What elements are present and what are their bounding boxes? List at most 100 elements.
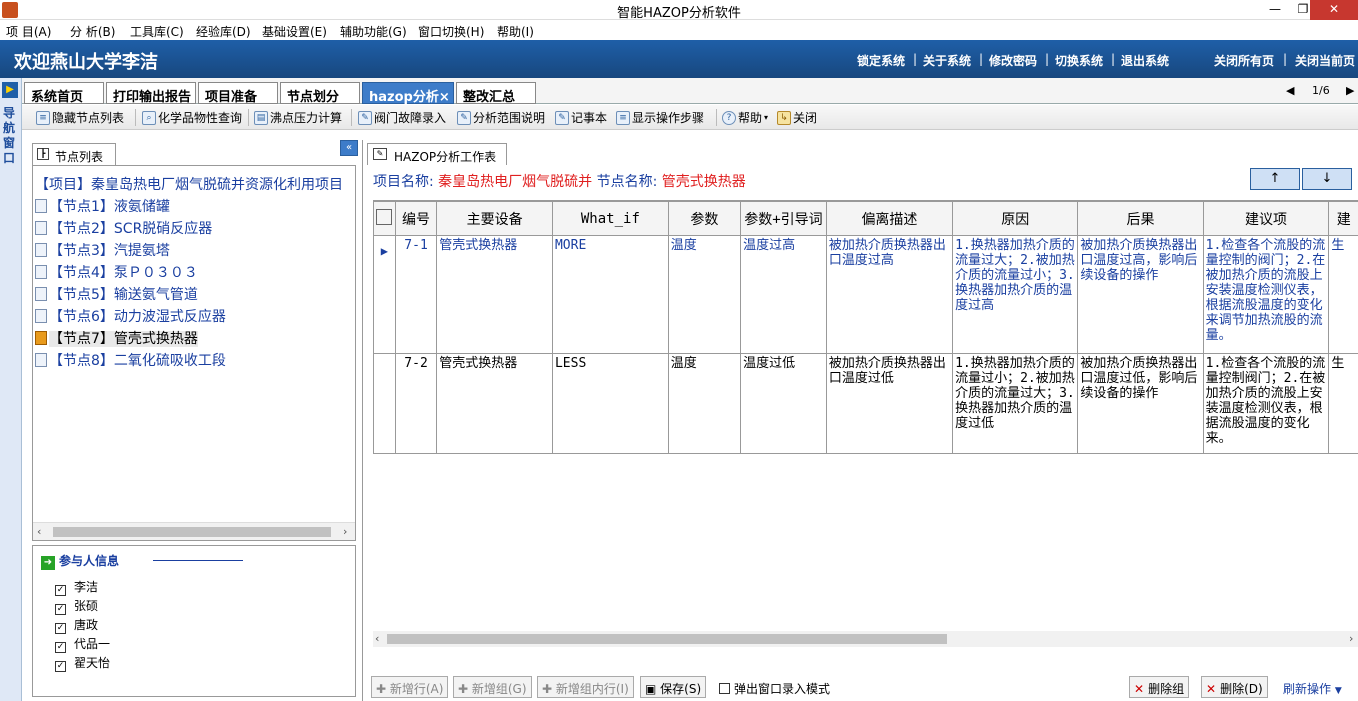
add-group-row-button[interactable]: ✚ 新增组内行(I) [537,676,634,698]
checkbox-checked-icon[interactable]: ✓ [55,623,66,634]
table-cell[interactable]: 温度 [667,353,742,454]
column-header[interactable]: 建议项 [1202,201,1330,236]
checkbox-checked-icon[interactable]: ✓ [55,585,66,596]
column-header[interactable]: 建 [1328,201,1358,236]
table-cell[interactable]: 7-2 [394,353,438,454]
menu-aux[interactable]: 辅助功能(G) [340,23,407,40]
table-cell[interactable]: 生 [1328,235,1358,354]
tab-prev-icon[interactable]: ◀ [1286,84,1294,97]
tree-node-item[interactable]: 【节点6】动力波湿式反应器 [35,306,226,326]
table-cell[interactable]: MORE [551,235,669,354]
scroll-right-icon[interactable]: › [343,525,347,538]
scroll-left-icon[interactable]: ‹ [37,525,41,538]
table-cell[interactable]: 被加热介质换热器出口温度过低 [825,353,954,454]
tab-home[interactable]: 系统首页 [24,82,104,105]
tab-project-prep[interactable]: 项目准备 [198,82,278,105]
tree-node-item[interactable]: 【节点8】二氧化硫吸收工段 [35,350,226,370]
table-cell[interactable]: 管壳式换热器 [436,235,553,354]
table-cell[interactable]: 1.检查各个流股的流量控制阀门；2.在被加热介质的流股上安装温度检测仪表，根据流… [1202,353,1330,454]
checkbox-icon[interactable] [719,683,730,694]
save-button[interactable]: ▣ 保存(S) [640,676,707,698]
exit-system-link[interactable]: 退出系统 [1121,52,1169,69]
participant-item[interactable]: ✓ 代品一 [55,635,110,653]
column-header[interactable]: 后果 [1077,201,1204,236]
change-password-link[interactable]: 修改密码 [989,52,1037,69]
analysis-scope-button[interactable]: ✎ 分析范围说明 [457,109,545,126]
scroll-thumb[interactable] [53,527,331,537]
row-indicator-header[interactable] [373,201,396,236]
nav-strip[interactable]: ▶ 导航窗口 [0,78,22,701]
column-header[interactable]: 偏离描述 [825,201,954,236]
table-horizontal-scrollbar[interactable]: ‹ › [373,631,1358,647]
menu-tools[interactable]: 工具库(C) [130,23,184,40]
scroll-left-icon[interactable]: ‹ [375,632,379,645]
tab-next-icon[interactable]: ▶ [1346,84,1354,97]
move-down-button[interactable]: ↓ [1302,168,1352,190]
tab-node-division[interactable]: 节点划分 [280,82,360,105]
participant-item[interactable]: ✓ 李洁 [55,578,98,596]
delete-button[interactable]: ✕ 删除(D) [1201,676,1268,698]
menu-project[interactable]: 项 目(A) [6,23,51,40]
node-list-tab[interactable]: ┣ 节点列表 [32,143,116,165]
checkbox-checked-icon[interactable]: ✓ [55,604,66,615]
table-cell[interactable]: 1.换热器加热介质的流量过小；2.被加热介质的流量过大；3.换热器加热介质的温度… [952,353,1079,454]
table-cell[interactable]: 温度 [667,235,742,354]
collapse-panel-icon[interactable]: « [340,140,358,156]
move-up-button[interactable]: ↑ [1250,168,1300,190]
show-steps-button[interactable]: ≡ 显示操作步骤 [616,109,704,126]
switch-system-link[interactable]: 切换系统 [1055,52,1103,69]
table-cell[interactable]: 7-1 [394,235,438,354]
chemical-lookup-button[interactable]: ⌕ 化学品物性查询 [142,109,242,126]
menu-window[interactable]: 窗口切换(H) [418,23,484,40]
play-icon[interactable]: ▶ [2,82,18,98]
checkbox-checked-icon[interactable]: ✓ [55,642,66,653]
table-cell[interactable]: 被加热介质换热器出口温度过高 [825,235,954,354]
column-header[interactable]: What_if [551,201,669,236]
lock-system-link[interactable]: 锁定系统 [857,52,905,69]
tree-node-item[interactable]: 【节点4】泵Ｐ０３０３ [35,262,198,282]
table-cell[interactable]: 被加热介质换热器出口温度过低，影响后续设备的操作 [1077,353,1204,454]
close-all-pages-link[interactable]: 关闭所有页 [1214,52,1274,69]
notepad-button[interactable]: ✎ 记事本 [555,109,607,126]
table-cell[interactable]: LESS [551,353,669,454]
scroll-thumb[interactable] [387,634,947,644]
table-cell[interactable]: 1.换热器加热介质的流量过大；2.被加热介质的流量过小；3.换热器加热介质的温度… [952,235,1079,354]
table-cell[interactable]: 被加热介质换热器出口温度过高，影响后续设备的操作 [1077,235,1204,354]
tree-node-item[interactable]: 【节点3】汽提氨塔 [35,240,170,260]
participant-item[interactable]: ✓ 翟天怡 [55,654,110,672]
table-cell[interactable]: 温度过高 [740,235,827,354]
menu-experience[interactable]: 经验库(D) [196,23,251,40]
menu-help[interactable]: 帮助(I) [497,23,534,40]
checkbox-checked-icon[interactable]: ✓ [55,661,66,672]
close-window-button[interactable]: ✕ [1310,0,1358,20]
tree-horizontal-scrollbar[interactable]: ‹ › [33,522,355,540]
tree-node-item-selected[interactable]: 【节点7】管壳式换热器 [35,328,198,348]
hide-node-list-button[interactable]: ≡ 隐藏节点列表 [36,109,124,126]
worksheet-tab[interactable]: ✎ HAZOP分析工作表 [367,143,507,165]
table-cell[interactable]: 温度过低 [740,353,827,454]
delete-group-button[interactable]: ✕ 删除组 [1129,676,1190,698]
close-current-page-link[interactable]: 关闭当前页 [1295,52,1355,69]
participant-item[interactable]: ✓ 张硕 [55,597,98,615]
close-button[interactable]: ↳ 关闭 [777,109,817,126]
tree-node-item[interactable]: 【节点1】液氨储罐 [35,196,170,216]
column-header[interactable]: 参数+引导词 [740,201,827,236]
participant-item[interactable]: ✓ 唐政 [55,616,98,634]
table-cell[interactable]: 1.检查各个流股的流量控制的阀门；2.在被加热介质的流股上安装温度检测仪表，根据… [1202,235,1330,354]
tree-project-item[interactable]: 【项目】秦皇岛热电厂烟气脱硫并资源化利用项目 [35,174,343,194]
menu-settings[interactable]: 基础设置(E) [262,23,327,40]
table-row[interactable]: ▶ 7-1 管壳式换热器 MORE 温度 温度过高 被加热介质换热器出口温度过高… [373,235,1358,354]
help-button[interactable]: ? 帮助 ▾ [722,109,768,126]
column-header[interactable]: 编号 [394,201,438,236]
tab-print-report[interactable]: 打印输出报告 [106,82,196,105]
popup-mode-toggle[interactable]: 弹出窗口录入模式 [719,680,830,697]
add-group-button[interactable]: ✚ 新增组(G) [453,676,532,698]
column-header[interactable]: 参数 [667,201,742,236]
table-row[interactable]: 7-2 管壳式换热器 LESS 温度 温度过低 被加热介质换热器出口温度过低 1… [373,353,1358,454]
tree-node-item[interactable]: 【节点5】输送氨气管道 [35,284,198,304]
tab-hazop-analysis[interactable]: hazop分析× [362,82,454,105]
column-header[interactable]: 主要设备 [436,201,553,236]
table-cell[interactable]: 管壳式换热器 [436,353,553,454]
valve-fault-button[interactable]: ✎ 阀门故障录入 [358,109,446,126]
tab-rectification[interactable]: 整改汇总 [456,82,536,105]
